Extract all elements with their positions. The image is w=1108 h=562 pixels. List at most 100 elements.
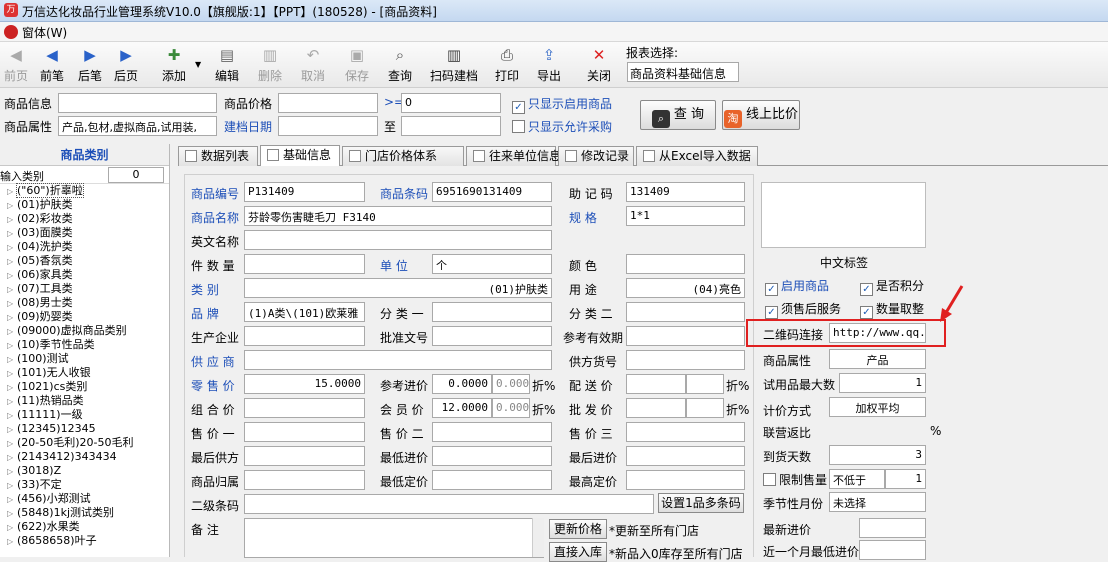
tree-item[interactable]: ▷ (622)水果类 xyxy=(0,520,169,534)
expand-icon[interactable]: ▷ xyxy=(7,395,17,409)
remark-field[interactable] xyxy=(244,518,544,558)
only-enabled-checkbox[interactable]: ✓ 只显示启用商品 xyxy=(512,95,612,114)
attr-field[interactable]: 产品 xyxy=(829,349,926,369)
expand-icon[interactable]: ▷ xyxy=(7,325,17,339)
tree-item[interactable]: ▷ (01)护肤类 xyxy=(0,198,169,212)
price3-field[interactable] xyxy=(626,422,745,442)
usage-field[interactable]: (04)亮色 xyxy=(626,278,745,298)
category-input-field[interactable]: 0 xyxy=(108,167,164,183)
expand-icon[interactable]: ▷ xyxy=(7,367,17,381)
toolbar-button-last-page[interactable]: ▶ 后页 xyxy=(112,46,140,86)
delivery-pct-field[interactable] xyxy=(686,374,724,394)
toolbar-button-delete[interactable]: ▥ 删除 xyxy=(253,46,287,86)
toolbar-button-undo[interactable]: ↶ 取消 xyxy=(296,46,330,86)
toolbar-button-first-page[interactable]: ◀ 前页 xyxy=(2,46,30,86)
expiry-field[interactable] xyxy=(626,326,745,346)
delivery-field[interactable] xyxy=(626,374,686,394)
tree-item[interactable]: ▷ (02)彩妆类 xyxy=(0,212,169,226)
supplier-code-field[interactable] xyxy=(626,350,745,370)
tree-item[interactable]: ▷ (08)男士类 xyxy=(0,296,169,310)
expand-icon[interactable]: ▷ xyxy=(7,521,17,535)
unit-field[interactable]: 个 xyxy=(432,254,552,274)
aftersale-checkbox[interactable]: ✓ 须售后服务 xyxy=(765,300,841,319)
highest-price-field[interactable] xyxy=(626,470,745,490)
price-value-input[interactable]: 0 xyxy=(401,93,501,113)
tree-item[interactable]: ▷ ("60")折辜啦 xyxy=(0,183,169,198)
sub-barcode-field[interactable] xyxy=(244,494,654,514)
expand-icon[interactable]: ▷ xyxy=(7,423,17,437)
expand-icon[interactable]: ▷ xyxy=(7,339,17,353)
member-pct-field[interactable]: 0.0000 xyxy=(492,398,530,418)
limit-value-field[interactable]: 1 xyxy=(885,469,926,489)
expand-icon[interactable]: ▷ xyxy=(7,297,17,311)
mnemonic-field[interactable]: 131409 xyxy=(626,182,745,202)
tree-item[interactable]: ▷ (456)小郑测试 xyxy=(0,492,169,506)
tree-item[interactable]: ▷ (101)无人收银 xyxy=(0,366,169,380)
tree-item[interactable]: ▷ (5848)1kj测试类别 xyxy=(0,506,169,520)
lowest-cost-field[interactable] xyxy=(432,446,552,466)
tree-item[interactable]: ▷ (11)热销品类 xyxy=(0,394,169,408)
expand-icon[interactable]: ▷ xyxy=(7,535,17,549)
tree-item[interactable]: ▷ (33)不定 xyxy=(0,478,169,492)
expand-icon[interactable]: ▷ xyxy=(7,479,17,493)
toolbar-button-edit[interactable]: ▤ 编辑 xyxy=(210,46,244,86)
expand-icon[interactable]: ▷ xyxy=(7,255,17,269)
retail-field[interactable]: 15.0000 xyxy=(244,374,365,394)
expand-icon[interactable]: ▷ xyxy=(7,213,17,227)
expand-icon[interactable]: ▷ xyxy=(7,507,17,521)
expand-icon[interactable]: ▷ xyxy=(7,241,17,255)
name-field[interactable]: 芬龄零伤害睫毛刀 F3140 xyxy=(244,206,552,226)
tree-item[interactable]: ▷ (11111)一级 xyxy=(0,408,169,422)
expand-icon[interactable]: ▷ xyxy=(7,465,17,479)
tree-item[interactable]: ▷ (1021)cs类别 xyxy=(0,380,169,394)
tree-item[interactable]: ▷ (03)面膜类 xyxy=(0,226,169,240)
limit-mode-field[interactable]: 不低于 xyxy=(829,469,885,489)
toolbar-button-print[interactable]: ⎙ 打印 xyxy=(490,46,524,86)
toolbar-button-search[interactable]: ⌕ 查询 xyxy=(383,46,417,86)
add-dropdown-icon[interactable]: ▼ xyxy=(195,60,201,69)
expand-icon[interactable]: ▷ xyxy=(7,311,17,325)
expand-icon[interactable]: ▷ xyxy=(7,409,17,423)
price2-field[interactable] xyxy=(432,422,552,442)
tree-item[interactable]: ▷ (12345)12345 xyxy=(0,422,169,436)
product-attr-input[interactable]: 产品,包材,虚拟商品,试用装, xyxy=(58,116,217,136)
arrival-field[interactable]: 3 xyxy=(829,445,926,465)
wholesale-pct-field[interactable] xyxy=(686,398,724,418)
tree-item[interactable]: ▷ (100)测试 xyxy=(0,352,169,366)
tree-item[interactable]: ▷ (8658658)叶子 xyxy=(0,534,169,548)
combo-field[interactable] xyxy=(244,398,365,418)
tab-0[interactable]: 数据列表 xyxy=(178,146,258,166)
latest-cost-field[interactable] xyxy=(859,518,926,538)
create-date-from-input[interactable] xyxy=(278,116,378,136)
toolbar-button-export[interactable]: ⇪ 导出 xyxy=(532,46,566,86)
toolbar-button-add[interactable]: ✚ 添加 xyxy=(154,46,194,86)
tree-item[interactable]: ▷ (2143412)343434 xyxy=(0,450,169,464)
tab-2[interactable]: 门店价格体系 xyxy=(342,146,464,166)
tab-5[interactable]: 从Excel导入数据 xyxy=(636,146,758,166)
only-purchase-checkbox[interactable]: 只显示允许采购 xyxy=(512,118,612,135)
tab-1[interactable]: 基础信息 xyxy=(260,145,340,166)
owner-field[interactable] xyxy=(244,470,365,490)
product-info-input[interactable] xyxy=(58,93,217,113)
qr-field[interactable]: http://www.qq.co xyxy=(829,323,926,343)
pieces-field[interactable] xyxy=(244,254,365,274)
tree-item[interactable]: ▷ (09000)虚拟商品类别 xyxy=(0,324,169,338)
month-low-field[interactable] xyxy=(859,540,926,560)
member-field[interactable]: 12.0000 xyxy=(432,398,492,418)
pricing-field[interactable]: 加权平均 xyxy=(829,397,926,417)
toolbar-button-close[interactable]: ✕ 关闭 xyxy=(582,46,616,86)
limit-checkbox[interactable]: 限制售量 xyxy=(763,471,827,488)
toolbar-button-next[interactable]: ▶ 后笔 xyxy=(76,46,104,86)
tree-item[interactable]: ▷ (20-50毛利)20-50毛利 xyxy=(0,436,169,450)
approval-field[interactable] xyxy=(432,326,552,346)
expand-icon[interactable]: ▷ xyxy=(7,451,17,465)
menu-window[interactable]: 窗体(W) xyxy=(4,24,67,41)
tree-item[interactable]: ▷ (09)奶婴类 xyxy=(0,310,169,324)
spec-field[interactable]: 1*1 xyxy=(626,206,745,226)
expand-icon[interactable]: ▷ xyxy=(7,381,17,395)
report-select-field[interactable]: 商品资料基础信息 xyxy=(627,62,739,82)
expand-icon[interactable]: ▷ xyxy=(7,353,17,367)
supplier-field[interactable] xyxy=(244,350,552,370)
points-checkbox[interactable]: ✓ 是否积分 xyxy=(860,277,924,296)
enable-checkbox[interactable]: ✓ 启用商品 xyxy=(765,277,829,296)
